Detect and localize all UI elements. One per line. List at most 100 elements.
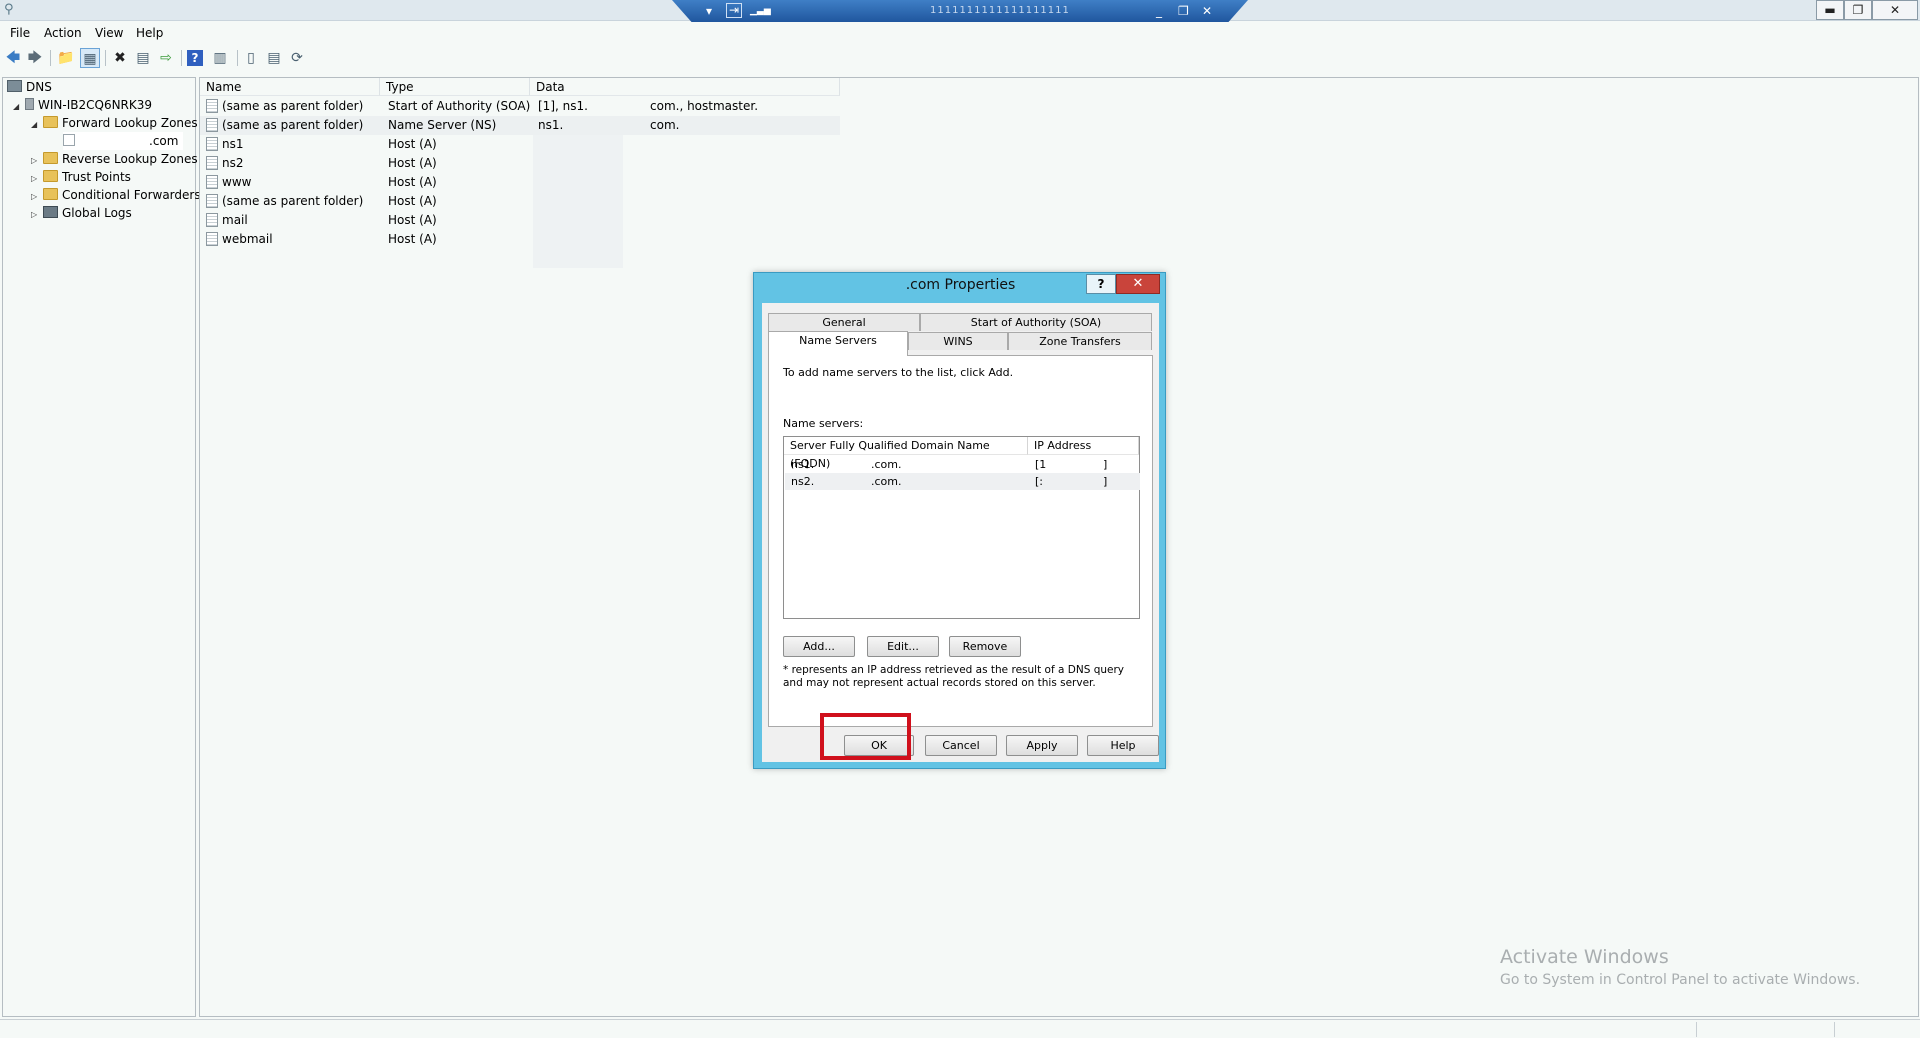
table-row[interactable]: mail Host (A) xyxy=(200,211,840,230)
record-name: (same as parent folder) xyxy=(222,99,364,113)
tree-item-reverse-lookup-zones[interactable]: ▷ Reverse Lookup Zones xyxy=(31,150,198,168)
console-tree: DNS ◢ WIN-IB2CQ6NRK39 ◢ Forward Lookup Zon… xyxy=(2,77,201,1017)
tree-item-trust-points[interactable]: ▷ Trust Points xyxy=(31,168,131,186)
record-icon xyxy=(206,213,218,227)
console-icon[interactable]: ▥ xyxy=(210,48,230,68)
table-row[interactable]: webmail Host (A) xyxy=(200,230,840,249)
name-servers-list[interactable]: Server Fully Qualified Domain Name (FQDN… xyxy=(783,436,1140,619)
column-header-ip[interactable]: IP Address xyxy=(1028,437,1139,455)
column-header-type[interactable]: Type xyxy=(380,78,530,96)
record-name-cell: (same as parent folder) xyxy=(206,192,363,211)
dialog-help-button[interactable]: ? xyxy=(1086,274,1116,294)
menu-action[interactable]: Action xyxy=(44,26,82,40)
tab-start-of-authority[interactable]: Start of Authority (SOA) xyxy=(920,313,1152,331)
record-icon xyxy=(206,194,218,208)
expanded-arrow-icon[interactable]: ◢ xyxy=(13,98,25,116)
tree-item-conditional-forwarders[interactable]: ▷ Conditional Forwarders xyxy=(31,186,201,204)
menu-file[interactable]: File xyxy=(10,26,30,40)
rdp-dropdown-icon[interactable]: ▾ xyxy=(706,3,712,19)
menu-view[interactable]: View xyxy=(95,26,123,40)
rdp-minimize-button[interactable]: _ xyxy=(1156,3,1162,19)
table-row[interactable]: (same as parent folder) Start of Authorit… xyxy=(200,97,840,116)
table-row[interactable]: ns2 Host (A) xyxy=(200,154,840,173)
record-name: (same as parent folder) xyxy=(222,194,364,208)
record-icon xyxy=(206,156,218,170)
restore-button[interactable]: ❐ xyxy=(1844,0,1872,20)
forward-icon[interactable]: 🡆 xyxy=(25,48,45,68)
tree-label: .com xyxy=(149,134,179,148)
status-divider xyxy=(1834,1022,1835,1037)
tab-general[interactable]: General xyxy=(768,313,920,331)
list-item[interactable]: ns1. .com. [1] xyxy=(785,456,1140,473)
table-row[interactable]: (same as parent folder) Host (A) xyxy=(200,192,840,211)
server-icon xyxy=(25,98,34,110)
tree-item-global-logs[interactable]: ▷ Global Logs xyxy=(31,204,132,222)
record-type: Host (A) xyxy=(388,156,437,170)
record-name-cell: www xyxy=(206,173,251,192)
export-list-icon[interactable]: ⇨ xyxy=(156,48,176,68)
up-folder-icon[interactable]: 📁 xyxy=(56,48,76,68)
table-row[interactable]: ns1 Host (A) xyxy=(200,135,840,154)
record-name: www xyxy=(222,175,252,189)
record-data: [1], ns1. xyxy=(538,99,588,113)
folder-icon xyxy=(43,188,58,200)
delete-icon[interactable]: ✖ xyxy=(110,48,130,68)
tree-item-forward-lookup-zones[interactable]: ◢ Forward Lookup Zones xyxy=(31,114,198,132)
column-header-data[interactable]: Data xyxy=(530,78,840,96)
collapsed-arrow-icon[interactable]: ▷ xyxy=(31,206,43,224)
ns-fqdn-suffix: .com. xyxy=(871,458,902,471)
record-name-cell: mail xyxy=(206,211,248,230)
record-type: Host (A) xyxy=(388,194,437,208)
dialog-close-button[interactable]: ✕ xyxy=(1116,274,1160,294)
server-icon[interactable]: ▯ xyxy=(241,48,261,68)
record-name-cell: ns2 xyxy=(206,154,244,173)
help-button[interactable]: Help xyxy=(1087,735,1159,756)
record-name: (same as parent folder) xyxy=(222,118,364,132)
record-icon xyxy=(206,232,218,246)
tree-item-server[interactable]: ◢ WIN-IB2CQ6NRK39 xyxy=(13,96,152,114)
rdp-restore-button[interactable]: ❐ xyxy=(1178,3,1189,19)
help-icon[interactable]: ? xyxy=(187,50,203,66)
minimize-button[interactable]: ▬ xyxy=(1816,0,1844,20)
refresh-icon[interactable]: ⟳ xyxy=(287,48,307,68)
record-type: Host (A) xyxy=(388,137,437,151)
properties-icon[interactable]: ▤ xyxy=(133,48,153,68)
list-icon[interactable]: ▤ xyxy=(264,48,284,68)
menu-help[interactable]: Help xyxy=(136,26,163,40)
ns-ip-suffix: ] xyxy=(1103,458,1108,471)
column-header-fqdn[interactable]: Server Fully Qualified Domain Name (FQDN… xyxy=(784,437,1028,470)
rdp-signal-icon: ▁▃▅ xyxy=(750,6,771,16)
tree-item-zone-com[interactable]: .com xyxy=(63,132,183,150)
rdp-close-button[interactable]: ✕ xyxy=(1202,3,1212,19)
tab-name-servers[interactable]: Name Servers xyxy=(768,331,908,356)
ns-fqdn: ns1. xyxy=(791,458,815,471)
edit-button[interactable]: Edit... xyxy=(867,636,939,657)
remove-button[interactable]: Remove xyxy=(949,636,1021,657)
table-row[interactable]: www Host (A) xyxy=(200,173,840,192)
tree-label: DNS xyxy=(26,80,52,94)
record-name: ns2 xyxy=(222,156,244,170)
apply-button[interactable]: Apply xyxy=(1006,735,1078,756)
column-header-name[interactable]: Name xyxy=(200,78,380,96)
expanded-arrow-icon[interactable]: ◢ xyxy=(31,116,43,134)
record-icon xyxy=(206,137,218,151)
rdp-pin-icon[interactable]: ⇥ xyxy=(726,3,742,18)
ns-ip: [1 xyxy=(1035,458,1047,471)
show-hide-tree-icon[interactable]: ▦ xyxy=(80,48,100,68)
record-name: ns1 xyxy=(222,137,244,151)
back-icon[interactable]: 🡄 xyxy=(3,48,23,68)
record-name-cell: webmail xyxy=(206,230,273,249)
cancel-button[interactable]: Cancel xyxy=(925,735,997,756)
tab-wins[interactable]: WINS xyxy=(908,332,1008,350)
tree-label: Reverse Lookup Zones xyxy=(62,152,198,166)
table-row[interactable]: (same as parent folder) Name Server (NS) n… xyxy=(200,116,840,135)
record-type: Host (A) xyxy=(388,175,437,189)
add-button[interactable]: Add... xyxy=(783,636,855,657)
list-item[interactable]: ns2. .com. [:] xyxy=(785,473,1140,490)
tree-label: WIN-IB2CQ6NRK39 xyxy=(38,98,153,112)
tree-item-dns[interactable]: DNS xyxy=(7,78,52,96)
tab-zone-transfers[interactable]: Zone Transfers xyxy=(1008,332,1152,350)
close-button[interactable]: ✕ xyxy=(1872,0,1918,20)
ns-fqdn-suffix: .com. xyxy=(871,475,902,488)
tree-label: Conditional Forwarders xyxy=(62,188,201,202)
